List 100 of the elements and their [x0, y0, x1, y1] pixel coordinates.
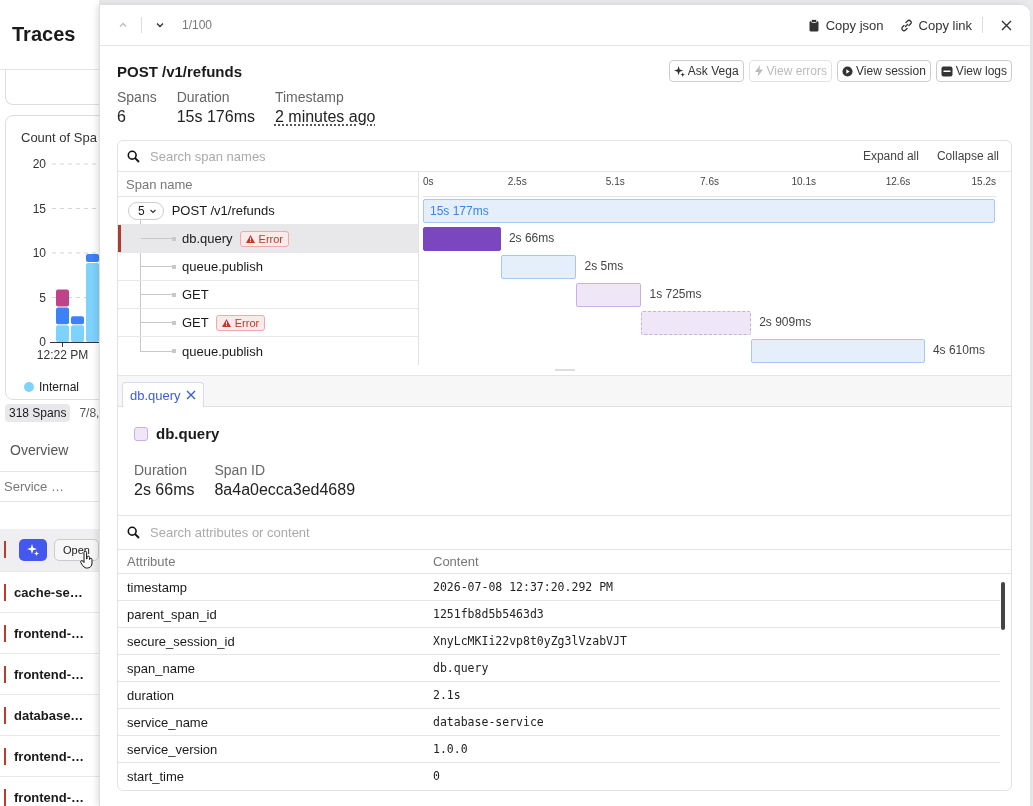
close-icon — [185, 390, 196, 400]
search-icon — [127, 526, 140, 539]
date-text: 7/8, — [79, 406, 99, 420]
span-name: GET — [182, 287, 209, 302]
service-name[interactable]: database… — [14, 707, 84, 723]
view-session-button[interactable]: View session — [837, 60, 931, 82]
attribute-name: secure_session_id — [126, 633, 236, 649]
close-icon — [1001, 19, 1012, 31]
error-badge: Error — [215, 314, 266, 331]
span-row[interactable]: db.query Error — [118, 225, 418, 253]
expand-all-button[interactable]: Expand all — [862, 149, 919, 163]
stat-label: Duration — [176, 89, 231, 105]
span-row[interactable]: queue.publish — [118, 337, 418, 365]
axis-tick-label: 5.1s — [605, 176, 625, 187]
axis-tick-label: 15.2s — [971, 176, 996, 187]
stat-value: 6 — [117, 108, 127, 126]
play-icon — [842, 65, 854, 77]
tab[interactable]: Overview — [10, 441, 69, 458]
attribute-name: span_name — [126, 660, 196, 676]
ask-vega-button[interactable]: Ask Vega — [668, 60, 744, 82]
column-header: Span name — [126, 176, 193, 192]
attribute-value: database-service — [433, 715, 544, 729]
tree-connector — [141, 235, 177, 242]
card-icon — [940, 65, 953, 77]
error-badge: Error — [239, 230, 290, 247]
attribute-value: 2026-07-08 12:37:20.292 PM — [433, 580, 613, 594]
chart-bar — [56, 289, 69, 307]
attribute-search-field[interactable]: Search attributes or content — [150, 525, 999, 540]
copy-link-button[interactable]: Copy link — [899, 17, 972, 33]
attribute-name: start_time — [126, 768, 186, 784]
chevron-down-icon — [155, 20, 165, 30]
span-count-badge: 318 Spans — [5, 404, 71, 422]
stat-label: Spans — [117, 89, 157, 105]
attribute-name: duration — [126, 687, 175, 703]
stat-value: 2 minutes ago — [274, 108, 376, 126]
axis-tick-label: 10.1s — [791, 176, 816, 187]
span-name: queue.publish — [182, 343, 263, 359]
y-tick-label: 15 — [32, 201, 46, 216]
attribute-value: XnyLcMKIi22vp8t0yZg3lVzabVJT — [433, 634, 627, 648]
span-row[interactable]: queue.publish — [118, 253, 418, 281]
chart-bar — [56, 325, 69, 342]
attribute-name: service_name — [126, 714, 209, 730]
warning-icon — [221, 318, 231, 327]
ai-button[interactable] — [19, 539, 47, 561]
span-name: POST /v1/refunds — [171, 203, 275, 218]
column-header: Service … — [4, 479, 64, 494]
duration-label: 2s 909ms — [759, 315, 812, 329]
chart-title: Count of Spa — [21, 130, 97, 145]
attribute-name: service_version — [126, 741, 219, 757]
service-name[interactable]: cache-se… — [14, 584, 83, 600]
span-bar[interactable] — [423, 227, 501, 251]
grid-line — [51, 252, 99, 254]
resize-handle[interactable] — [554, 369, 575, 371]
span-bar[interactable] — [576, 283, 642, 307]
x-axis — [49, 341, 99, 348]
stat-label: Timestamp — [274, 89, 345, 105]
view-logs-button[interactable]: View logs — [935, 60, 1012, 82]
attribute-value: db.query — [433, 661, 489, 675]
span-tab[interactable]: db.query — [122, 382, 204, 407]
stat-value: 15s 176ms — [176, 108, 255, 126]
link-icon — [899, 18, 913, 32]
span-name: db.query — [182, 231, 233, 246]
lightning-icon — [753, 65, 764, 77]
service-name[interactable]: frontend-… — [14, 789, 85, 805]
span-bar[interactable] — [751, 339, 925, 363]
attribute-value: 1.0.0 — [433, 742, 468, 756]
attribute-value: 1251fb8d5b5463d3 — [433, 607, 544, 621]
field-value: 2s 66ms — [134, 481, 195, 499]
column-header: Attribute — [126, 554, 177, 569]
service-name[interactable]: frontend-… — [14, 748, 85, 764]
collapse-all-button[interactable]: Collapse all — [936, 149, 999, 163]
sparkle-icon — [27, 544, 39, 556]
y-tick-label: 0 — [39, 335, 46, 349]
copy-json-button[interactable]: Copy json — [807, 17, 884, 33]
position-counter: 1/100 — [182, 18, 213, 32]
chart-bar — [56, 307, 69, 325]
attribute-name: parent_span_id — [126, 606, 218, 622]
service-name[interactable]: frontend-… — [14, 625, 85, 641]
span-name: queue.publish — [182, 259, 263, 274]
field-value: 8a4a0ecca3ed4689 — [214, 481, 356, 499]
attribute-value: 0 — [433, 769, 440, 783]
span-search-field[interactable]: Search span names — [150, 148, 845, 164]
span-bar[interactable] — [500, 255, 577, 279]
attribute-value: 2.1s — [433, 688, 461, 702]
y-tick-label: 10 — [32, 246, 46, 260]
legend-label: Internal — [39, 380, 80, 394]
collapse-toggle[interactable]: 5 — [128, 201, 164, 220]
span-row[interactable]: GET Error — [118, 309, 418, 337]
duration-label: 1s 725ms — [649, 287, 702, 301]
page-title: Traces — [12, 23, 76, 46]
column-header: Content — [433, 554, 479, 569]
span-row[interactable]: GET — [118, 281, 418, 309]
scrollbar[interactable] — [1001, 582, 1005, 630]
warning-icon — [245, 234, 255, 243]
service-name[interactable]: frontend-… — [14, 666, 85, 682]
span-bar[interactable] — [641, 311, 752, 335]
clipboard-icon — [807, 18, 820, 32]
field-label: Duration — [134, 462, 188, 478]
span-name: GET — [182, 315, 209, 330]
attribute-name: timestamp — [126, 579, 188, 595]
